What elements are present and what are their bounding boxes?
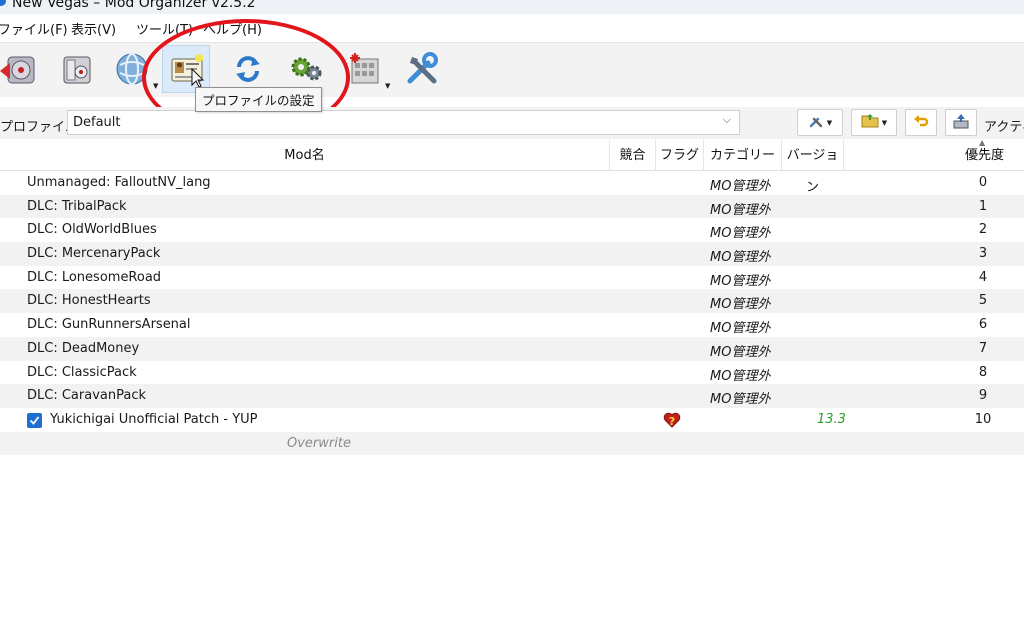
executables-icon [344,49,384,89]
undo-arrow-icon [913,113,929,133]
profile-select-value: Default [73,115,121,130]
mod-name: Unmanaged: FalloutNV_lang [27,175,211,190]
tools-icon [402,49,442,89]
heart-question-icon: ? [663,411,681,433]
menu-view[interactable]: 表示(V) [71,19,116,38]
table-row[interactable]: DLC: OldWorldBlues MO管理外 2 [0,218,1024,242]
column-version[interactable]: バージョン [782,140,844,195]
restore-backup-button[interactable] [905,109,937,136]
mod-priority: 2 [978,222,988,238]
mod-name: DLC: MercenaryPack [27,246,161,262]
folder-icon [861,113,879,133]
table-row[interactable]: DLC: MercenaryPack MO管理外 3 [0,242,1024,266]
mod-list: Unmanaged: FalloutNV_lang MO管理外 0 DLC: T… [0,171,1024,456]
mod-name: DLC: TribalPack [27,198,127,214]
mod-priority: 5 [978,293,988,309]
mod-priority: 0 [978,175,988,190]
column-category[interactable]: カテゴリー [704,140,782,170]
overwrite-label: Overwrite [287,435,351,451]
mod-category: MO管理外 [710,250,771,266]
table-row[interactable]: DLC: TribalPack MO管理外 1 [0,194,1024,219]
table-row[interactable]: DLC: CaravanPack MO管理外 9 [0,384,1024,408]
create-backup-button[interactable] [945,109,977,136]
mod-name: Yukichigai Unofficial Patch - YUP [50,411,258,427]
title-bar: New Vegas – Mod Organizer v2.5.2 [0,0,1024,14]
mod-category: MO管理外 [710,392,771,408]
mod-name: DLC: ClassicPack [27,364,137,380]
table-row[interactable]: DLC: DeadMoney MO管理外 7 [0,336,1024,361]
table-row[interactable]: Unmanaged: FalloutNV_lang MO管理外 0 [0,171,1024,195]
profile-settings-tooltip: プロファイルの設定 [195,87,322,112]
mod-enabled-checkbox[interactable] [27,412,42,428]
mod-name: DLC: DeadMoney [27,340,140,356]
mod-name: DLC: GunRunnersArsenal [27,317,191,333]
mod-priority: 7 [978,340,988,356]
column-conflicts[interactable]: 競合 [610,140,656,170]
column-mod-name[interactable]: Mod名 [0,140,610,170]
tools-button[interactable] [398,45,446,93]
table-row[interactable]: DLC: HonestHearts MO管理外 5 [0,289,1024,314]
mod-tools-button[interactable]: ▼ [797,109,843,136]
mod-version: 13.3 [817,411,846,427]
chevron-down-icon: ▼ [881,118,888,127]
open-folder-button[interactable]: ▼ [851,109,897,136]
profile-select[interactable]: Default ⌵ [67,110,740,135]
menu-file[interactable]: ファイル(F) [0,19,68,38]
column-flags[interactable]: フラグ [656,140,704,170]
mod-priority: 10 [974,411,992,427]
instance-manager-icon [56,49,96,89]
mod-category: MO管理外 [710,368,771,384]
executables-dropdown-caret[interactable]: ▼ [385,82,390,90]
mod-priority: 9 [978,388,988,404]
mod-category: MO管理外 [710,179,771,194]
active-label: アクティ [984,120,1024,135]
mod-name: DLC: OldWorldBlues [27,222,157,238]
svg-text:?: ? [669,415,675,428]
chevron-down-icon: ▼ [826,118,833,127]
instance-manager-button[interactable] [52,45,100,93]
mod-name: DLC: CaravanPack [27,388,146,404]
mod-category: MO管理外 [710,321,771,337]
column-priority[interactable]: 優先度 [844,140,1024,170]
backup-icon [953,113,969,133]
table-row[interactable]: DLC: GunRunnersArsenal MO管理外 6 [0,313,1024,337]
mod-category: MO管理外 [710,297,771,313]
overwrite-row[interactable]: Overwrite [0,431,1024,456]
app-icon [0,0,6,6]
sort-ascending-icon: ▲ [979,138,986,147]
table-row[interactable]: DLC: LonesomeRoad MO管理外 4 [0,266,1024,290]
install-archive-icon [0,49,38,89]
mod-category: MO管理外 [710,202,771,218]
mod-priority: 4 [978,269,988,285]
mod-name: DLC: LonesomeRoad [27,269,162,285]
mod-category: MO管理外 [710,226,771,242]
profile-bar: プロファイル Default ⌵ ▼ ▼ アクティ [0,107,1024,139]
mod-category: MO管理外 [710,344,771,360]
wrench-icon [808,113,824,133]
install-archive-button[interactable] [0,45,42,93]
table-row[interactable]: DLC: ClassicPack MO管理外 8 [0,361,1024,385]
mod-name: DLC: HonestHearts [27,293,151,309]
window-title: New Vegas – Mod Organizer v2.5.2 [12,0,256,11]
chevron-down-icon: ⌵ [722,113,731,126]
mod-list-header: Mod名 競合 フラグ カテゴリー バージョン 優先度 [0,140,1024,195]
menu-bar: ファイル(F) 表示(V) ツール(T) ヘルプ(H) [0,14,1024,42]
mod-priority: 3 [978,246,988,262]
mod-priority: 1 [978,198,988,214]
mod-category: MO管理外 [710,273,771,289]
mod-priority: 8 [978,364,988,380]
mod-priority: 6 [978,317,988,333]
table-row[interactable]: Yukichigai Unofficial Patch - YUP ? 13.3… [0,408,1024,432]
